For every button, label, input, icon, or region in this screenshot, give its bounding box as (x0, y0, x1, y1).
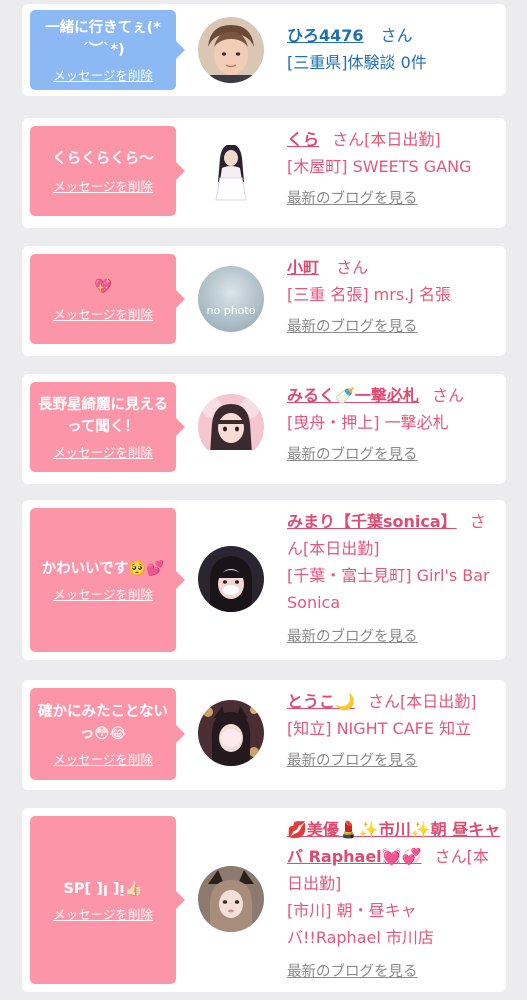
honorific: さん (336, 258, 369, 277)
message-card: 一緒に行きてぇ(*´︶`*) メッセージを削除 ひろ4476 さん [三重県]体… (22, 4, 506, 96)
delete-message-link[interactable]: メッセージを削除 (53, 584, 153, 603)
message-bubble: 一緒に行きてぇ(*´︶`*) メッセージを削除 (30, 10, 185, 90)
user-info: 小町 さん [三重 名張] mrs.J 名張 最新のブログを見る (287, 254, 501, 341)
honorific: さん (432, 386, 465, 405)
user-name-link[interactable]: 小町 (287, 258, 319, 277)
message-card: くらくらくら〜 メッセージを削除 くら さん[本日出勤] [木屋町] SWEET… (22, 118, 506, 228)
user-detail: [三重 名張] mrs.J 名張 (287, 285, 452, 304)
message-bubble: 💖 メッセージを削除 (30, 254, 185, 344)
user-name-link[interactable]: みまり【千葉sonica】 (287, 512, 457, 531)
latest-blog-link[interactable]: 最新のブログを見る (287, 442, 501, 469)
user-info: みまり【千葉sonica】 さん[本日出勤] [千葉・富士見町] Girl's … (287, 508, 501, 651)
message-card: かわいいです🥺💕 メッセージを削除 みまり【千葉sonica】 さん[本日出勤]… (22, 500, 506, 660)
latest-blog-link[interactable]: 最新のブログを見る (287, 314, 501, 341)
honorific: さん[本日出勤] (368, 692, 477, 711)
message-bubble: くらくらくら〜 メッセージを削除 (30, 126, 185, 216)
latest-blog-link[interactable]: 最新のブログを見る (287, 748, 501, 775)
delete-message-link[interactable]: メッセージを削除 (53, 176, 153, 195)
avatar[interactable] (198, 138, 264, 204)
user-info: とうこ🌙 さん[本日出勤] [知立] NIGHT CAFE 知立 最新のブログを… (287, 688, 501, 775)
user-name-link[interactable]: とうこ🌙 (287, 692, 355, 711)
delete-message-link[interactable]: メッセージを削除 (53, 65, 153, 84)
user-info: みるく🍼一撃必札 さん [曳舟・押上] 一撃必札 最新のブログを見る (287, 382, 501, 469)
honorific: さん[本日出勤] (332, 130, 441, 149)
user-detail: [木屋町] SWEETS GANG (287, 157, 472, 176)
message-bubble: かわいいです🥺💕 メッセージを削除 (30, 508, 185, 652)
user-detail: [三重県]体験談 0件 (287, 53, 427, 72)
delete-message-link[interactable]: メッセージを削除 (53, 749, 153, 768)
user-detail: [千葉・富士見町] Girl's Bar Sonica (287, 566, 490, 612)
avatar[interactable] (198, 394, 264, 460)
message-text: 💖 (93, 278, 113, 295)
message-text: くらくらくら〜 (52, 150, 154, 167)
user-name-link[interactable]: みるく🍼一撃必札 (287, 386, 419, 405)
latest-blog-link[interactable]: 最新のブログを見る (287, 959, 501, 986)
message-text: 一緒に行きてぇ(*´︶`*) (45, 19, 161, 58)
user-name-link[interactable]: ひろ4476 (287, 26, 364, 45)
message-text: かわいいです🥺💕 (41, 560, 165, 577)
avatar[interactable] (198, 17, 264, 83)
message-card: 長野星綺麗に見えるって聞く！ メッセージを削除 みるく🍼一撃必札 さん [曳舟・… (22, 374, 506, 484)
delete-message-link[interactable]: メッセージを削除 (53, 904, 153, 923)
message-text: 確かにみたことないっ😳😂 (37, 703, 169, 742)
message-bubble: 長野星綺麗に見えるって聞く！ メッセージを削除 (30, 382, 185, 472)
message-bubble: SP[ ]ꞁ ]ᴉ👍🏻 メッセージを削除 (30, 816, 185, 984)
avatar[interactable] (198, 546, 264, 612)
message-text: 長野星綺麗に見えるって聞く！ (37, 396, 169, 435)
user-name-link[interactable]: くら (287, 130, 319, 149)
latest-blog-link[interactable]: 最新のブログを見る (287, 186, 501, 213)
message-card: 💖 メッセージを削除 no photo 小町 さん [三重 名張] mrs.J … (22, 246, 506, 356)
message-card: 確かにみたことないっ😳😂 メッセージを削除 とうこ🌙 さん[本日出勤] [知立]… (22, 680, 506, 790)
avatar[interactable] (198, 866, 264, 932)
message-text: SP[ ]ꞁ ]ᴉ👍🏻 (63, 880, 143, 897)
no-photo-text: no photo (207, 304, 256, 317)
user-detail: [知立] NIGHT CAFE 知立 (287, 719, 472, 738)
user-info: くら さん[本日出勤] [木屋町] SWEETS GANG 最新のブログを見る (287, 126, 501, 213)
avatar[interactable]: no photo (198, 266, 264, 332)
user-info: 💋美優💄✨市川✨朝 昼キャバ Raphael💓💞 さん[本日出勤] [市川] 朝… (287, 816, 501, 986)
message-card: SP[ ]ꞁ ]ᴉ👍🏻 メッセージを削除 💋美優💄✨市川✨朝 昼キャバ Raph… (22, 808, 506, 992)
user-detail: [市川] 朝・昼キャバ!!Raphael 市川店 (287, 901, 434, 947)
honorific: さん (380, 26, 413, 45)
user-detail: [曳舟・押上] 一撃必札 (287, 413, 449, 432)
message-bubble: 確かにみたことないっ😳😂 メッセージを削除 (30, 688, 185, 780)
delete-message-link[interactable]: メッセージを削除 (53, 442, 153, 461)
user-info: ひろ4476 さん [三重県]体験談 0件 (287, 22, 501, 76)
avatar[interactable] (198, 700, 264, 766)
delete-message-link[interactable]: メッセージを削除 (53, 304, 153, 323)
latest-blog-link[interactable]: 最新のブログを見る (287, 624, 501, 651)
